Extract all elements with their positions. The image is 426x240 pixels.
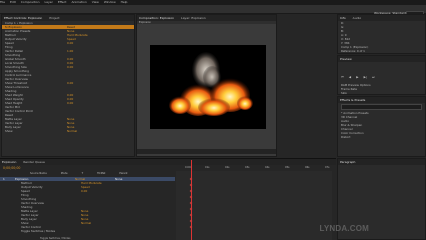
timeline-tabs: Explosion Render Queue (0, 159, 336, 165)
effect-property-value[interactable]: 0.00 (67, 65, 73, 69)
tab-composition[interactable]: Composition: Explosion (139, 16, 174, 20)
preview-controls: ⏮ ◀ ▶ ▶| ⏭ (338, 62, 425, 83)
tab-effects-presets[interactable]: Effects & Presets (340, 98, 365, 102)
ruler-tick-label: 07s (325, 166, 330, 169)
comp-subtab[interactable]: Explosion (137, 21, 276, 24)
effect-property-value[interactable]: 0.00 (67, 81, 73, 85)
tab-audio[interactable]: Audio (353, 16, 362, 20)
menu-file[interactable]: File (0, 0, 5, 4)
tab-paragraph[interactable]: Paragraph (340, 160, 355, 164)
ruler-tick-label: 06s (305, 166, 310, 169)
effects-category[interactable]: Distort (338, 135, 425, 139)
effect-property-value[interactable]: 0.00 (67, 101, 73, 105)
play-icon[interactable]: ▶ (356, 75, 358, 79)
timeline-column-header[interactable]: Parent (119, 172, 127, 175)
timeline-column-header[interactable]: Mode (61, 172, 68, 175)
effects-tabs: Effects & Presets (338, 97, 425, 103)
lynda-watermark: LYNDA.COM (319, 224, 369, 233)
menu-help[interactable]: Help (121, 0, 128, 4)
effects-presets-panel: Effects & Presets * Animation Presets 3D … (337, 96, 426, 157)
timeline-column-headers: Source Name Mode T TrkMat Parent (30, 172, 141, 175)
tab-effect-controls[interactable]: Effect Controls: Explosion (4, 16, 42, 20)
timeline-timecode[interactable]: 0;00;00;00 (3, 166, 20, 170)
next-frame-icon[interactable]: ▶| (364, 75, 367, 79)
prev-frame-icon[interactable]: ◀ (349, 75, 351, 79)
menu-layer[interactable]: Layer (45, 0, 53, 4)
timeline-column-header[interactable]: T (82, 172, 84, 175)
ruler-tick-label: 05s (285, 166, 290, 169)
first-frame-icon[interactable]: ⏮ (341, 75, 344, 79)
table-row[interactable]: Toggle Switches / Modes (0, 229, 175, 233)
menu-view[interactable]: View (92, 0, 99, 4)
menu-edit[interactable]: Edit (10, 0, 16, 4)
effects-list: * Animation Presets 3D Channel Audio Blur &… (338, 111, 425, 139)
tab-info[interactable]: Info (340, 16, 346, 20)
menu-window[interactable]: Window (104, 0, 116, 4)
tab-render-queue[interactable]: Render Queue (23, 160, 45, 164)
effect-property-row[interactable]: Show Normal (2, 129, 134, 133)
tab-preview[interactable]: Preview (340, 57, 352, 61)
last-frame-icon[interactable]: ⏭ (372, 75, 375, 79)
paragraph-tabs: Paragraph (338, 159, 425, 165)
preview-options: RAM Preview OptionsFrame RateSkipResolut… (338, 83, 425, 94)
effect-property-value[interactable]: Normal (67, 129, 77, 133)
composition-footer: 50% 0;00;00;00 Full Active Camera 1 View (137, 149, 276, 165)
info-lines: R: G: B: A: 0 X: 812 Y: 384 Comp 1 (Explosion)… (338, 21, 425, 53)
tab-layer[interactable]: Layer: Explosion (181, 16, 206, 20)
effect-property-value[interactable]: 0.00 (67, 41, 73, 45)
tools-toolbar: Workspace: Standard (0, 5, 426, 18)
tab-project[interactable]: Project (49, 16, 59, 20)
effect-property-value[interactable]: 1.00 (67, 49, 73, 53)
composition-viewer[interactable] (150, 45, 266, 129)
timeline-track-area[interactable] (176, 171, 332, 240)
ruler-tick-label: 01s (205, 166, 210, 169)
ruler-tick-label: 03s (245, 166, 250, 169)
ruler-tick-label: 04s (265, 166, 270, 169)
effect-controls-panel: Effect Controls: Explosion Project Comp … (1, 14, 135, 157)
info-line: Reference: 0 of 1 (341, 49, 365, 53)
after-effects-window: File Edit Composition Layer Effect Anima… (0, 0, 426, 240)
tab-timeline-explosion[interactable]: Explosion (2, 160, 16, 164)
timeline-panel: Explosion Render Queue 0;00;00;00 Source… (0, 158, 336, 240)
menu-composition[interactable]: Composition (21, 0, 40, 4)
timeline-column-header[interactable]: TrkMat (97, 172, 105, 175)
ruler-tick-label: 02s (225, 166, 230, 169)
timeline-layer-list: 1 Explosion Normal None Method Hard Modulate O… (0, 177, 175, 233)
info-panel: Info Audio R: G: B: A: 0 X: 812 Y: 384 Comp 1 … (337, 14, 426, 54)
timeline-column-header[interactable]: Source Name (30, 172, 47, 175)
preview-panel: Preview ⏮ ◀ ▶ ▶| ⏭ RAM Preview Options Fr… (337, 55, 426, 95)
effect-controls-list: Comp 1 • Explosion fx Explosion Reset Anima… (2, 21, 134, 133)
menu-animation[interactable]: Animation (71, 0, 86, 4)
effects-search-input[interactable] (341, 104, 422, 110)
explosion-frame (150, 45, 266, 129)
layer-name: Toggle Switches / Modes (21, 229, 56, 233)
menu-effect[interactable]: Effect (58, 0, 67, 4)
effect-property-label: Show (5, 129, 13, 133)
